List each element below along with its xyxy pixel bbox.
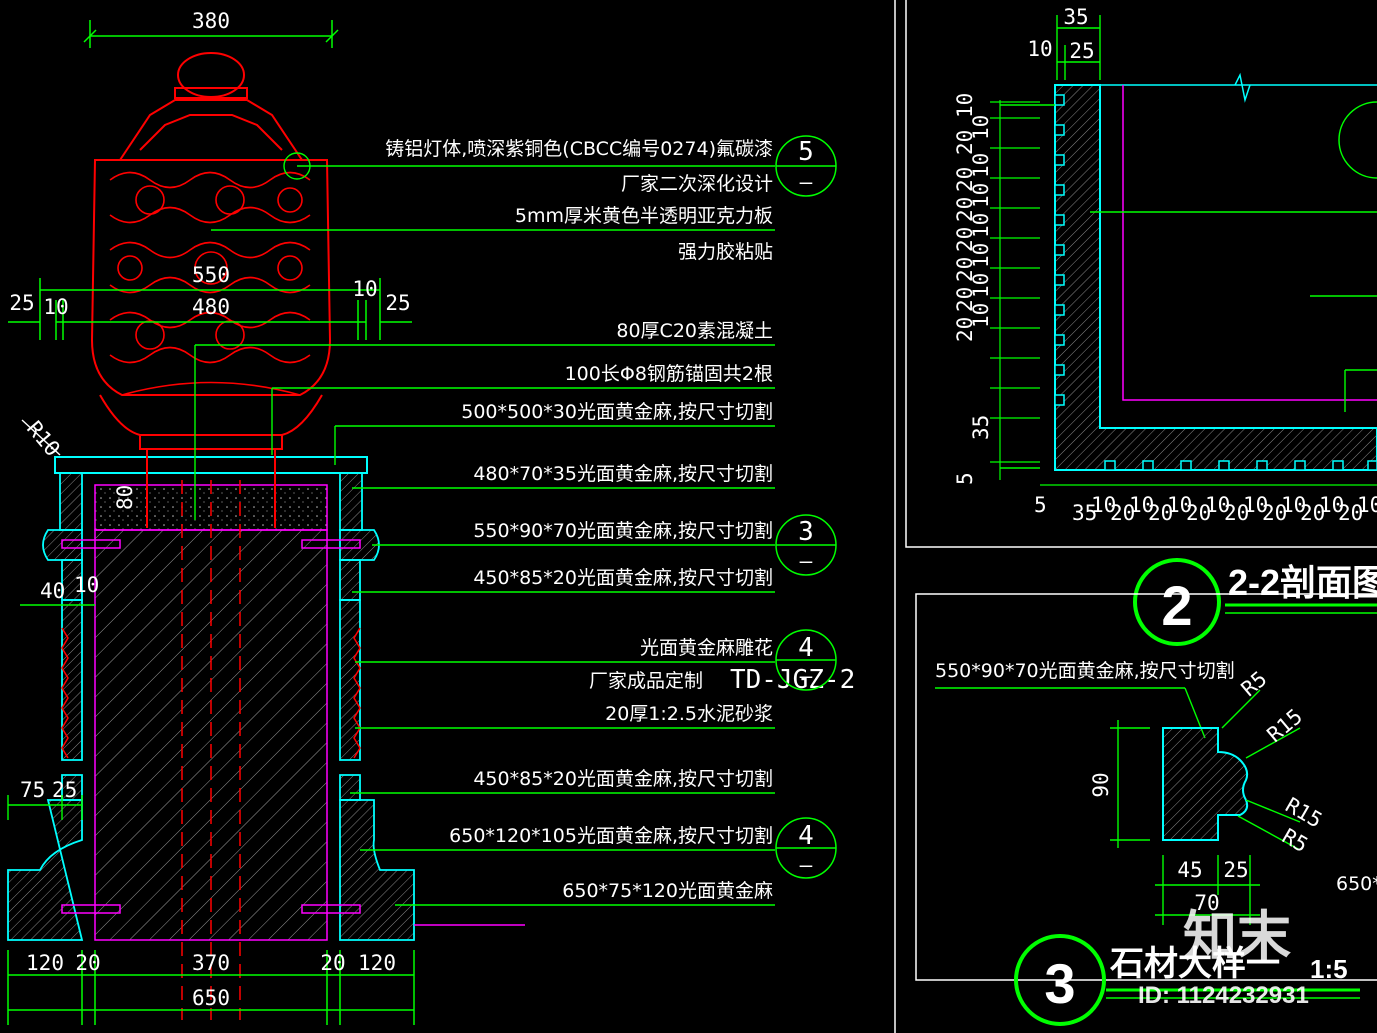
dim-40: 40 [40, 579, 65, 603]
dim-80: 80 [113, 485, 137, 510]
dim-10-right: 10 [352, 277, 377, 301]
ref-code: TD-JGZ-2 [730, 665, 855, 695]
stone-scale: 1:5 [1310, 954, 1348, 984]
bubble-3-sub: — [800, 664, 813, 688]
stone-dim-45: 45 [1177, 858, 1202, 882]
lamp-body [90, 52, 332, 450]
stone-detail: 550*90*70光面黄金麻,按尺寸切割 R5 R15 R15 R5 90 45… [915, 593, 1377, 1026]
dim-380-label: 380 [192, 9, 230, 33]
note-2: 厂家二次深化设计 [621, 173, 773, 195]
dim-10b: 10 [74, 573, 99, 597]
note-10: 450*85*20光面黄金麻,按尺寸切割 [473, 567, 773, 589]
stone-dim-25: 25 [1223, 858, 1248, 882]
dim-25-left: 25 [9, 291, 34, 315]
s22-left-dim: 20 [953, 130, 977, 155]
dim-120a: 120 [26, 951, 64, 975]
bubble-2-sub: — [800, 549, 813, 573]
cad-drawing-canvas[interactable]: 3 80 550 480 25 10 10 25 R10 80 40 10 75 … [0, 0, 1377, 1033]
note-5: 80厚C20素混凝土 [616, 320, 773, 342]
stone-note: 550*90*70光面黄金麻,按尺寸切割 [935, 660, 1235, 682]
s22-dim-10: 10 [1027, 37, 1052, 61]
s22-dim-35: 35 [1063, 5, 1088, 29]
dim-75: 75 [20, 778, 45, 802]
s22-stone-profile [1054, 84, 1377, 471]
note-3: 5mm厚米黄色半透明亚克力板 [515, 205, 773, 227]
s22-bottom-dim: 5 [1034, 493, 1047, 517]
right-cladding [339, 472, 415, 941]
r15-top: R15 [1263, 704, 1307, 747]
note-16: 650*75*120光面黄金麻 [562, 880, 773, 902]
note-1: 铸铝灯体,喷深紫铜色(CBCC编号0274)氟碳漆 [385, 138, 773, 160]
s22-left-dim: 10 [953, 93, 977, 118]
note-9: 550*90*70光面黄金麻,按尺寸切割 [473, 520, 773, 542]
bubble-4-num: 4 [798, 821, 814, 851]
note-11: 光面黄金麻雕花 [640, 637, 773, 659]
notes: 铸铝灯体,喷深紫铜色(CBCC编号0274)氟碳漆 厂家二次深化设计 5mm厚米… [385, 138, 773, 902]
s22-left-dim: 35 [969, 415, 993, 440]
s22-bottom-dim: 10 [1357, 493, 1377, 517]
left-cladding [7, 472, 84, 941]
bubble-1-sub: — [800, 170, 813, 194]
lamp-pillar-detail: 3 80 550 480 25 10 10 25 R10 80 40 10 75 … [7, 9, 855, 1025]
dim-20a: 20 [75, 951, 100, 975]
dim-120b: 120 [358, 951, 396, 975]
cap-slab [54, 456, 368, 474]
note-8: 480*70*35光面黄金麻,按尺寸切割 [473, 463, 773, 485]
r5-bottom: R5 [1278, 824, 1312, 857]
note-12: 厂家成品定制 [589, 670, 703, 692]
dim-650: 650 [192, 986, 230, 1010]
dim-20b: 20 [320, 951, 345, 975]
bubble-3-num: 4 [798, 633, 814, 663]
note-15: 650*120*105光面黄金麻,按尺寸切割 [449, 825, 773, 847]
s22-title-num: 2 [1161, 574, 1192, 637]
stone-dim-90: 90 [1089, 772, 1113, 797]
dim-25b: 25 [52, 778, 77, 802]
watermark-logo: 知末 [1183, 907, 1291, 967]
note-4: 强力胶粘贴 [678, 241, 773, 263]
note-14: 450*85*20光面黄金麻,按尺寸切割 [473, 768, 773, 790]
dim-480-label: 480 [192, 295, 230, 319]
bubble-2-num: 3 [798, 517, 814, 547]
dim-370: 370 [192, 951, 230, 975]
s22-left-dim: 5 [953, 472, 977, 485]
stone-cut-text: 650* [1336, 873, 1377, 895]
dim-10-left: 10 [43, 295, 68, 319]
s22-title: 2-2剖面图 [1228, 562, 1377, 603]
stone-title-num: 3 [1044, 952, 1075, 1015]
note-6: 100长Φ8钢筋锚固共2根 [565, 363, 773, 385]
r5-top: R5 [1237, 667, 1272, 702]
stone-profile [1162, 727, 1249, 841]
s22-dim-25: 25 [1069, 39, 1094, 63]
s22-left-dim: 20 [953, 317, 977, 342]
note-13: 20厚1:2.5水泥砂浆 [605, 703, 773, 725]
bubble-1-num: 5 [798, 137, 814, 167]
watermark-id: ID: 1124232931 [1138, 982, 1309, 1009]
s22-bottom-dims: 53510201020102010201020102010201020 [1034, 493, 1377, 525]
bubble-4-sub: — [800, 853, 813, 877]
dim-25-right: 25 [385, 291, 410, 315]
s22-left-dims: 101020102010201020102010201020355 [953, 93, 993, 485]
section-2-2: 35 10 25 1010201020102010201020102010203… [905, 0, 1377, 646]
note-7: 500*500*30光面黄金麻,按尺寸切割 [461, 401, 773, 423]
dim-550-label: 550 [192, 263, 230, 287]
